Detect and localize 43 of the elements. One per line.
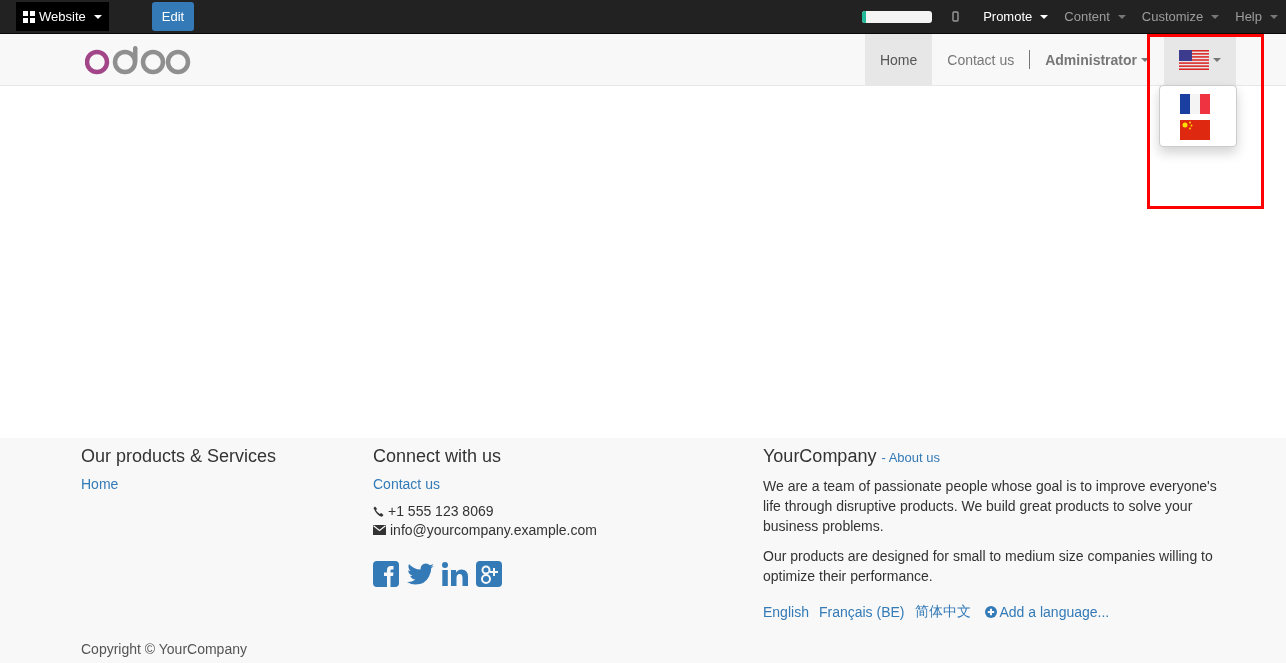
caret-icon bbox=[1211, 14, 1220, 19]
language-link[interactable]: English bbox=[763, 604, 809, 620]
caret-icon bbox=[1270, 14, 1278, 19]
footer-link[interactable]: Home bbox=[81, 476, 119, 492]
admin-menu[interactable]: Help bbox=[1227, 9, 1286, 24]
edit-button[interactable]: Edit bbox=[151, 2, 195, 31]
flag-icon[interactable] bbox=[1180, 94, 1210, 114]
language-link[interactable]: Français (BE) bbox=[818, 604, 905, 620]
admin-menu[interactable]: Customize bbox=[1133, 9, 1228, 24]
footer-link[interactable]: Contact us bbox=[373, 476, 440, 492]
company-description: We are a team of passionate people whose goal is to improve everyone's life through disruptive products. We build great products to solve your business problems. bbox=[763, 477, 1218, 536]
apps-menu-button[interactable]: Website bbox=[16, 2, 109, 31]
admin-menu[interactable]: Content bbox=[1056, 9, 1134, 24]
linkedin-icon[interactable] bbox=[442, 562, 468, 586]
admin-menu[interactable]: Promote bbox=[975, 9, 1057, 24]
company-name: YourCompany bbox=[763, 446, 877, 467]
add-language-link[interactable]: Add a language... bbox=[984, 604, 1110, 620]
grid-icon bbox=[23, 10, 35, 23]
caret-icon bbox=[1040, 14, 1049, 19]
copyright-text: Copyright © YourCompany bbox=[81, 641, 248, 657]
footer-heading: Our products & Services bbox=[81, 446, 277, 467]
language-link[interactable]: 简体中文 bbox=[914, 603, 971, 621]
facebook-icon[interactable] bbox=[373, 561, 399, 587]
mobile-phone-icon[interactable] bbox=[952, 11, 960, 22]
caret-icon bbox=[1213, 57, 1221, 62]
google-plus-icon[interactable] bbox=[476, 561, 502, 587]
phone-icon bbox=[373, 505, 384, 517]
nav-link[interactable]: Home bbox=[864, 34, 933, 85]
envelope-icon bbox=[373, 525, 386, 535]
user-menu[interactable]: Administrator bbox=[1030, 34, 1164, 85]
nav-link[interactable]: Contact us bbox=[932, 34, 1030, 85]
caret-icon bbox=[1141, 57, 1149, 62]
footer-heading: Connect with us bbox=[373, 446, 502, 467]
company-description: Our products are designed for small to medium size companies willing to optimize their performance. bbox=[763, 547, 1214, 586]
caret-icon bbox=[93, 14, 102, 19]
email-address: info@yourcompany.example.com bbox=[390, 522, 597, 538]
language-dropdown[interactable] bbox=[1164, 34, 1236, 85]
flag-icon[interactable] bbox=[1180, 120, 1210, 140]
phone-number: +1 555 123 8069 bbox=[388, 503, 494, 519]
twitter-icon[interactable] bbox=[407, 562, 434, 586]
about-us-link[interactable]: - About us bbox=[881, 450, 940, 465]
caret-icon bbox=[1117, 14, 1126, 19]
plus-circle-icon bbox=[984, 606, 997, 618]
